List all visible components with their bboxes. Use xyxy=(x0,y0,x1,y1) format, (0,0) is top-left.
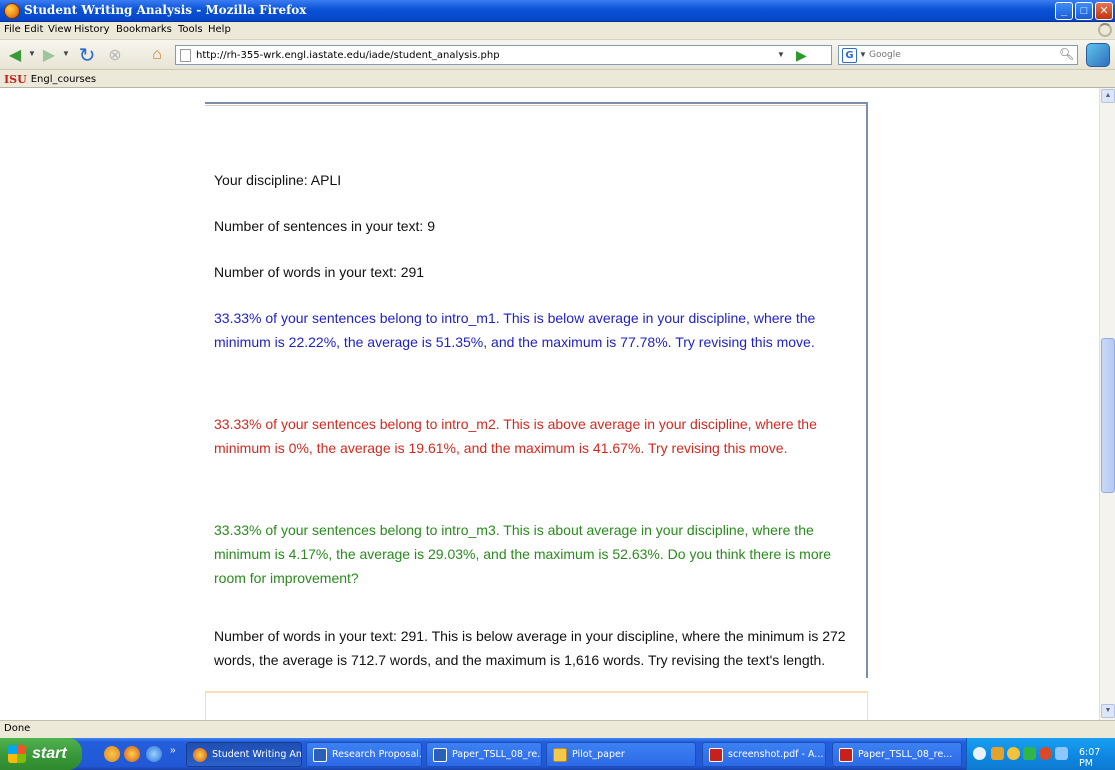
tray-security-icon[interactable] xyxy=(1023,747,1036,760)
word-count-text: Number of words in your text: 291 xyxy=(214,264,425,280)
close-button[interactable]: ✕ xyxy=(1095,2,1113,20)
navigation-toolbar: ◀ ▼ ▶ ▼ ↻ ⊗ ⌂ ▼ ▶ G ▼ 🔍︎ xyxy=(0,40,1115,70)
reload-icon[interactable]: ↻ xyxy=(76,45,98,67)
clock: 6:07 PM xyxy=(1079,747,1101,769)
task-label: screenshot.pdf - A... xyxy=(728,749,824,760)
taskbar-item-screenshot-pdf[interactable]: screenshot.pdf - A... xyxy=(702,742,826,767)
start-button[interactable]: start xyxy=(0,738,82,770)
back-history-dropdown-icon[interactable]: ▼ xyxy=(28,49,36,58)
isu-logo-icon: ISU xyxy=(4,72,27,86)
firefox-icon xyxy=(4,3,20,19)
search-magnifier-icon[interactable]: 🔍︎ xyxy=(1059,47,1074,61)
extension-icon[interactable] xyxy=(1086,43,1110,67)
analysis-panel: Your discipline: APLI Number of sentence… xyxy=(205,102,868,678)
taskbar-item-paper-tsll-pdf[interactable]: Paper_TSLL_08_re... xyxy=(832,742,962,767)
stop-icon[interactable]: ⊗ xyxy=(104,45,126,65)
feedback-intro-m1: 33.33% of your sentences belong to intro… xyxy=(214,310,816,350)
document-icon xyxy=(433,747,447,762)
task-label: Pilot_paper xyxy=(572,749,625,760)
taskbar-item-research-proposal[interactable]: Research Proposal... xyxy=(306,742,422,767)
sentence-count-text: Number of sentences in your text: 9 xyxy=(214,218,435,234)
bookmark-label: Engl_courses xyxy=(30,73,97,85)
firefox-icon xyxy=(193,747,207,762)
task-label: Paper_TSLL_08_re... xyxy=(452,749,542,760)
forward-history-dropdown-icon[interactable]: ▼ xyxy=(62,49,70,58)
throbber-icon xyxy=(1098,23,1112,37)
taskbar-item-pilot-paper[interactable]: Pilot_paper xyxy=(546,742,696,767)
search-bar[interactable]: G ▼ 🔍︎ xyxy=(838,45,1078,65)
menu-bookmarks[interactable]: Bookmarks xyxy=(116,24,172,35)
address-bar[interactable]: ▼ ▶ xyxy=(175,45,832,65)
url-dropdown-icon[interactable]: ▼ xyxy=(774,49,788,61)
tray-network-icon[interactable] xyxy=(991,747,1004,760)
feedback-length: Number of words in your text: 291. This … xyxy=(214,628,846,668)
discipline-text: Your discipline: APLI xyxy=(214,172,342,188)
system-tray: 6:07 PM xyxy=(966,738,1115,770)
quicklaunch-more-icon[interactable]: » xyxy=(170,745,176,756)
task-label: Paper_TSLL_08_re... xyxy=(858,749,953,760)
page-icon xyxy=(180,49,191,62)
forward-arrow-icon[interactable]: ▶ xyxy=(38,45,60,65)
home-icon[interactable]: ⌂ xyxy=(146,45,168,65)
menu-bar: File Edit View History Bookmarks Tools H… xyxy=(0,22,1115,40)
folder-icon xyxy=(553,747,567,762)
menu-history[interactable]: History xyxy=(74,24,110,35)
feedback-intro-m2: 33.33% of your sentences belong to intro… xyxy=(214,416,817,456)
url-input[interactable] xyxy=(196,46,756,64)
engine-dropdown-icon[interactable]: ▼ xyxy=(859,50,867,59)
scroll-up-icon[interactable]: ▲ xyxy=(1101,89,1115,103)
page-content: Your discipline: APLI Number of sentence… xyxy=(0,88,1099,720)
tray-messenger-icon[interactable] xyxy=(1007,747,1020,760)
task-label: Research Proposal... xyxy=(332,749,422,760)
feedback-intro-m3: 33.33% of your sentences belong to intro… xyxy=(214,522,832,586)
taskbar-item-student-writing[interactable]: Student Writing An... xyxy=(186,742,302,767)
quicklaunch-browser-icon[interactable] xyxy=(104,746,120,762)
menu-tools[interactable]: Tools xyxy=(178,24,203,35)
scroll-thumb[interactable] xyxy=(1101,338,1115,493)
pdf-icon xyxy=(709,747,723,762)
tray-antivirus-icon[interactable] xyxy=(1039,747,1052,760)
bookmarks-toolbar: ISU Engl_courses xyxy=(0,70,1115,88)
tray-volume-icon[interactable] xyxy=(1055,747,1068,760)
status-bar: Done xyxy=(0,720,1115,738)
maximize-button[interactable]: □ xyxy=(1075,2,1093,20)
status-text: Done xyxy=(4,723,31,734)
start-label: start xyxy=(32,745,67,762)
next-section-box xyxy=(205,691,868,720)
task-label: Student Writing An... xyxy=(212,749,302,760)
go-arrow-icon[interactable]: ▶ xyxy=(796,47,807,64)
vertical-scrollbar[interactable]: ▲ ▼ xyxy=(1099,88,1115,720)
document-icon xyxy=(313,747,327,762)
taskbar: start » Student Writing An... Research P… xyxy=(0,738,1115,770)
menu-file[interactable]: File xyxy=(4,24,21,35)
window-title: Student Writing Analysis - Mozilla Firef… xyxy=(24,3,307,17)
pdf-icon xyxy=(839,747,853,762)
search-input[interactable] xyxy=(869,46,1049,64)
menu-view[interactable]: View xyxy=(48,24,72,35)
window-title-bar[interactable]: Student Writing Analysis - Mozilla Firef… xyxy=(0,0,1115,22)
bookmark-engl-courses[interactable]: ISU Engl_courses xyxy=(4,71,96,87)
search-engine-icon[interactable]: G xyxy=(842,48,857,63)
taskbar-item-paper-tsll[interactable]: Paper_TSLL_08_re... xyxy=(426,742,542,767)
tray-arrow-icon[interactable] xyxy=(973,747,986,760)
quicklaunch-ie-icon[interactable] xyxy=(146,746,162,762)
back-arrow-icon[interactable]: ◀ xyxy=(4,45,26,65)
quicklaunch-firefox-icon[interactable] xyxy=(124,746,140,762)
windows-logo-icon xyxy=(8,745,26,763)
scroll-down-icon[interactable]: ▼ xyxy=(1101,704,1115,718)
minimize-button[interactable]: _ xyxy=(1055,2,1073,20)
menu-edit[interactable]: Edit xyxy=(24,24,43,35)
menu-help[interactable]: Help xyxy=(208,24,231,35)
